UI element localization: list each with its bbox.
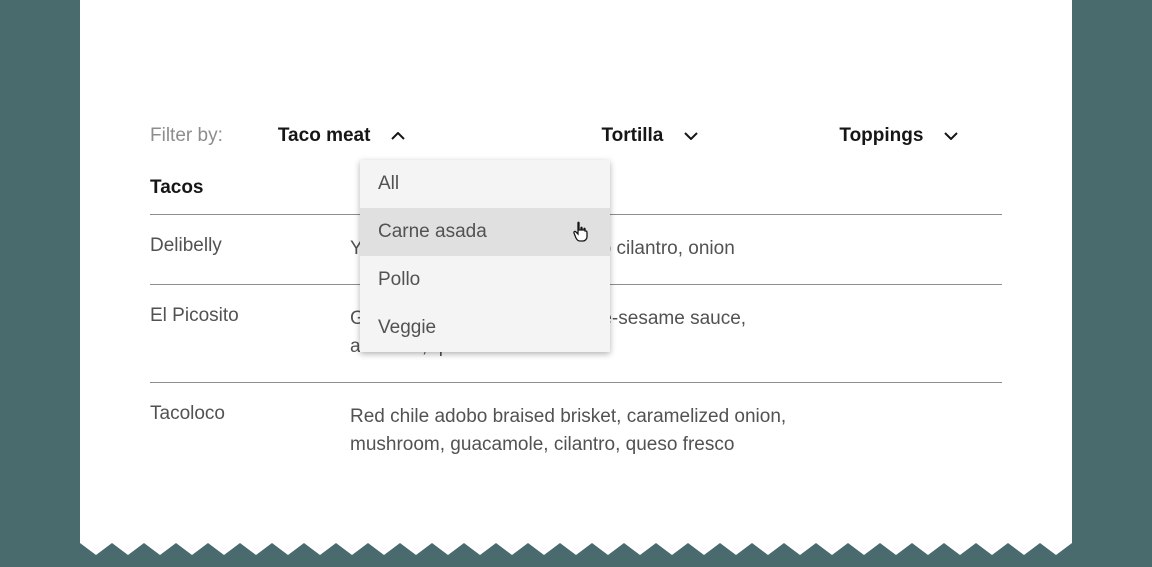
chevron-down-icon (943, 128, 959, 144)
filter-label: Filter by: (150, 125, 223, 147)
dropdown-option-pollo[interactable]: Pollo (360, 256, 610, 304)
dropdown-menu: All Carne asada Pollo Veggie (360, 160, 610, 352)
filter-dropdown-taco-meat[interactable]: Taco meat (278, 125, 407, 147)
filter-dropdown-label: Tortilla (601, 125, 663, 147)
dropdown-option-label: Veggie (378, 317, 436, 338)
dropdown-option-carne-asada[interactable]: Carne asada (360, 208, 610, 256)
filter-dropdown-tortilla[interactable]: Tortilla (601, 125, 699, 147)
item-name: El Picosito (150, 305, 300, 362)
table-row: Tacoloco Red chile adobo braised brisket… (150, 383, 1002, 480)
dropdown-option-all[interactable]: All (360, 160, 610, 208)
filter-dropdown-label: Taco meat (278, 125, 371, 147)
chevron-up-icon (390, 128, 406, 144)
item-name: Delibelly (150, 235, 300, 264)
filter-dropdown-label: Toppings (839, 125, 923, 147)
filter-dropdown-toppings[interactable]: Toppings (839, 125, 959, 147)
item-description: Red chile adobo braised brisket, caramel… (350, 403, 810, 460)
pointer-cursor-icon (572, 221, 590, 243)
content-page: Filter by: Taco meat Tortilla Toppings T… (80, 0, 1072, 567)
dropdown-option-veggie[interactable]: Veggie (360, 304, 610, 352)
dropdown-option-label: Pollo (378, 269, 420, 290)
torn-edge-decoration (0, 543, 1152, 567)
item-name: Tacoloco (150, 403, 300, 460)
chevron-down-icon (683, 128, 699, 144)
dropdown-option-label: All (378, 173, 399, 194)
filter-bar: Filter by: Taco meat Tortilla Toppings (150, 125, 1002, 147)
dropdown-option-label: Carne asada (378, 221, 487, 242)
